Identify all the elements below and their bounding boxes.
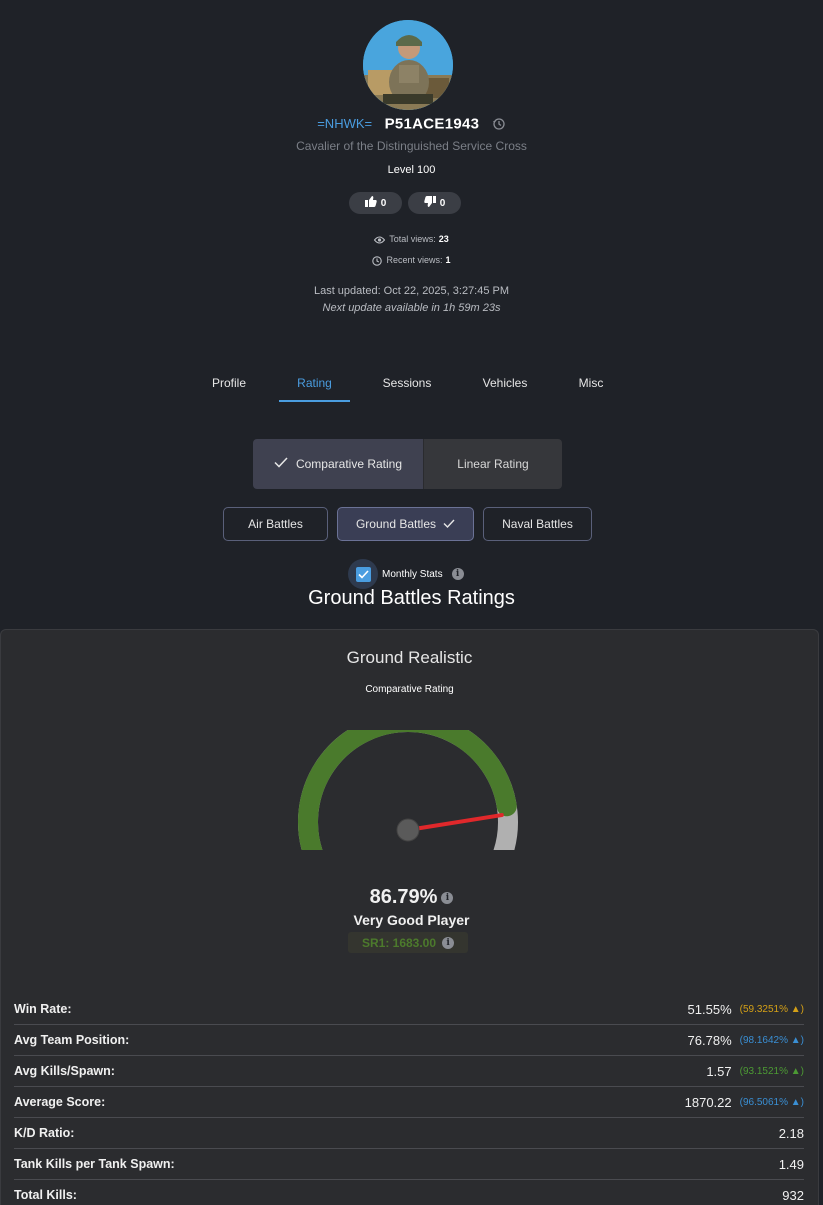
stat-label: Avg Kills/Spawn: xyxy=(14,1064,115,1078)
ground-battles-label: Ground Battles xyxy=(355,517,437,531)
stat-label: K/D Ratio: xyxy=(14,1126,75,1140)
rating-gauge xyxy=(298,730,518,850)
avatar xyxy=(363,20,453,110)
tab-profile[interactable]: Profile xyxy=(200,368,258,402)
stat-label: Avg Team Position: xyxy=(14,1033,130,1047)
monthly-stats-checkbox[interactable] xyxy=(348,559,378,589)
player-nickname: P51ACE1943 xyxy=(384,115,480,133)
player-name-row: =NHWK= P51ACE1943 xyxy=(0,115,823,135)
last-updated: Last updated: Oct 22, 2025, 3:27:45 PM xyxy=(313,285,510,297)
linear-rating-button[interactable]: Linear Rating xyxy=(423,439,562,489)
stat-values: 2.18 xyxy=(779,1126,804,1141)
stat-label: Win Rate: xyxy=(14,1002,72,1016)
card-title: Ground Realistic xyxy=(346,648,473,667)
clock-icon xyxy=(372,255,386,266)
stat-values: 1.57 (93.1521% ▲) xyxy=(706,1064,804,1079)
stat-row: Avg Kills/Spawn: 1.57 (93.1521% ▲) xyxy=(14,1056,804,1087)
naval-battles-button[interactable]: Naval Battles xyxy=(483,507,592,541)
thumbs-up-icon xyxy=(364,196,377,210)
stat-percentile: (98.1642% ▲) xyxy=(739,1034,804,1046)
stats-table: Win Rate: 51.55% (59.3251% ▲) Avg Team Posi… xyxy=(14,994,804,1205)
stat-row: Average Score: 1870.22 (96.5061% ▲) xyxy=(14,1087,804,1118)
stat-values: 1870.22 (96.5061% ▲) xyxy=(685,1095,804,1110)
air-battles-button[interactable]: Air Battles xyxy=(223,507,328,541)
stat-row: Avg Team Position: 76.78% (98.1642% ▲) xyxy=(14,1025,804,1056)
like-count: 0 xyxy=(380,197,387,209)
info-icon[interactable]: i xyxy=(441,891,454,904)
recent-views: Recent views: 1 xyxy=(0,255,823,266)
check-icon xyxy=(274,457,288,471)
info-icon[interactable]: i xyxy=(451,568,464,580)
stat-value: 2.18 xyxy=(778,1125,804,1141)
next-update: Next update available in 1h 59m 23s xyxy=(322,302,501,314)
eye-icon xyxy=(374,234,389,244)
gauge-hub xyxy=(396,818,420,842)
stat-values: 932 xyxy=(782,1188,804,1203)
rating-verdict: Very Good Player xyxy=(353,912,470,928)
tab-sessions[interactable]: Sessions xyxy=(372,368,442,402)
thumbs-down-icon xyxy=(424,196,436,210)
stat-value: 76.78% xyxy=(687,1032,732,1048)
player-title: Cavalier of the Distinguished Service Cr… xyxy=(296,139,527,153)
total-views: Total views: 23 xyxy=(0,234,823,244)
stat-label: Tank Kills per Tank Spawn: xyxy=(14,1157,175,1171)
comparative-rating-button[interactable]: Comparative Rating xyxy=(253,439,423,489)
stat-label: Average Score: xyxy=(14,1095,106,1109)
history-icon[interactable] xyxy=(492,117,506,131)
stat-value: 1870.22 xyxy=(684,1094,732,1110)
sr-value: SR1: 1683.00 xyxy=(361,935,437,950)
stat-row: Win Rate: 51.55% (59.3251% ▲) xyxy=(14,994,804,1025)
player-level: Level 100 xyxy=(387,164,436,176)
stat-value: 932 xyxy=(782,1187,804,1203)
stat-row: K/D Ratio: 2.18 xyxy=(14,1118,804,1149)
rating-percent-value: 86.79% xyxy=(369,886,438,908)
section-title: Ground Battles Ratings xyxy=(308,587,515,609)
tab-vehicles[interactable]: Vehicles xyxy=(472,368,538,402)
total-views-count: 23 xyxy=(438,234,449,244)
stat-value: 1.49 xyxy=(778,1156,804,1172)
ground-battles-button[interactable]: Ground Battles xyxy=(337,507,474,541)
stat-value: 1.57 xyxy=(706,1063,732,1079)
info-icon[interactable]: i xyxy=(442,936,455,949)
tab-rating[interactable]: Rating xyxy=(279,368,350,402)
check-icon xyxy=(443,517,455,531)
stat-value: 51.55% xyxy=(687,1001,732,1017)
clan-tag[interactable]: =NHWK= xyxy=(317,116,372,131)
tab-misc[interactable]: Misc xyxy=(568,368,614,402)
stat-label: Total Kills: xyxy=(14,1188,77,1202)
rating-percent: 86.79% i xyxy=(0,886,823,909)
monthly-stats-toggle: Monthly Stats i xyxy=(348,559,464,589)
stat-row: Total Kills: 932 xyxy=(14,1180,804,1205)
stat-percentile: (59.3251% ▲) xyxy=(739,1003,804,1015)
stat-values: 51.55% (59.3251% ▲) xyxy=(688,1002,804,1017)
dislike-count: 0 xyxy=(439,197,446,209)
stat-values: 1.49 xyxy=(779,1157,804,1172)
sr-badge: SR1: 1683.00 i xyxy=(348,932,468,953)
comparative-rating-label: Comparative Rating xyxy=(295,457,403,471)
like-button[interactable]: 0 xyxy=(349,192,402,214)
rating-type-toggle: Comparative Rating Linear Rating xyxy=(253,439,562,489)
recent-views-label: Recent views: xyxy=(386,255,443,265)
card-subtitle: Comparative Rating xyxy=(365,684,454,695)
stat-percentile: (96.5061% ▲) xyxy=(739,1096,804,1108)
stat-percentile: (93.1521% ▲) xyxy=(739,1065,804,1077)
recent-views-count: 1 xyxy=(445,255,451,265)
gauge-needle xyxy=(406,813,504,832)
total-views-label: Total views: xyxy=(389,234,436,244)
stat-row: Tank Kills per Tank Spawn: 1.49 xyxy=(14,1149,804,1180)
stat-values: 76.78% (98.1642% ▲) xyxy=(688,1033,804,1048)
dislike-button[interactable]: 0 xyxy=(408,192,461,214)
monthly-stats-label: Monthly Stats xyxy=(382,568,443,580)
